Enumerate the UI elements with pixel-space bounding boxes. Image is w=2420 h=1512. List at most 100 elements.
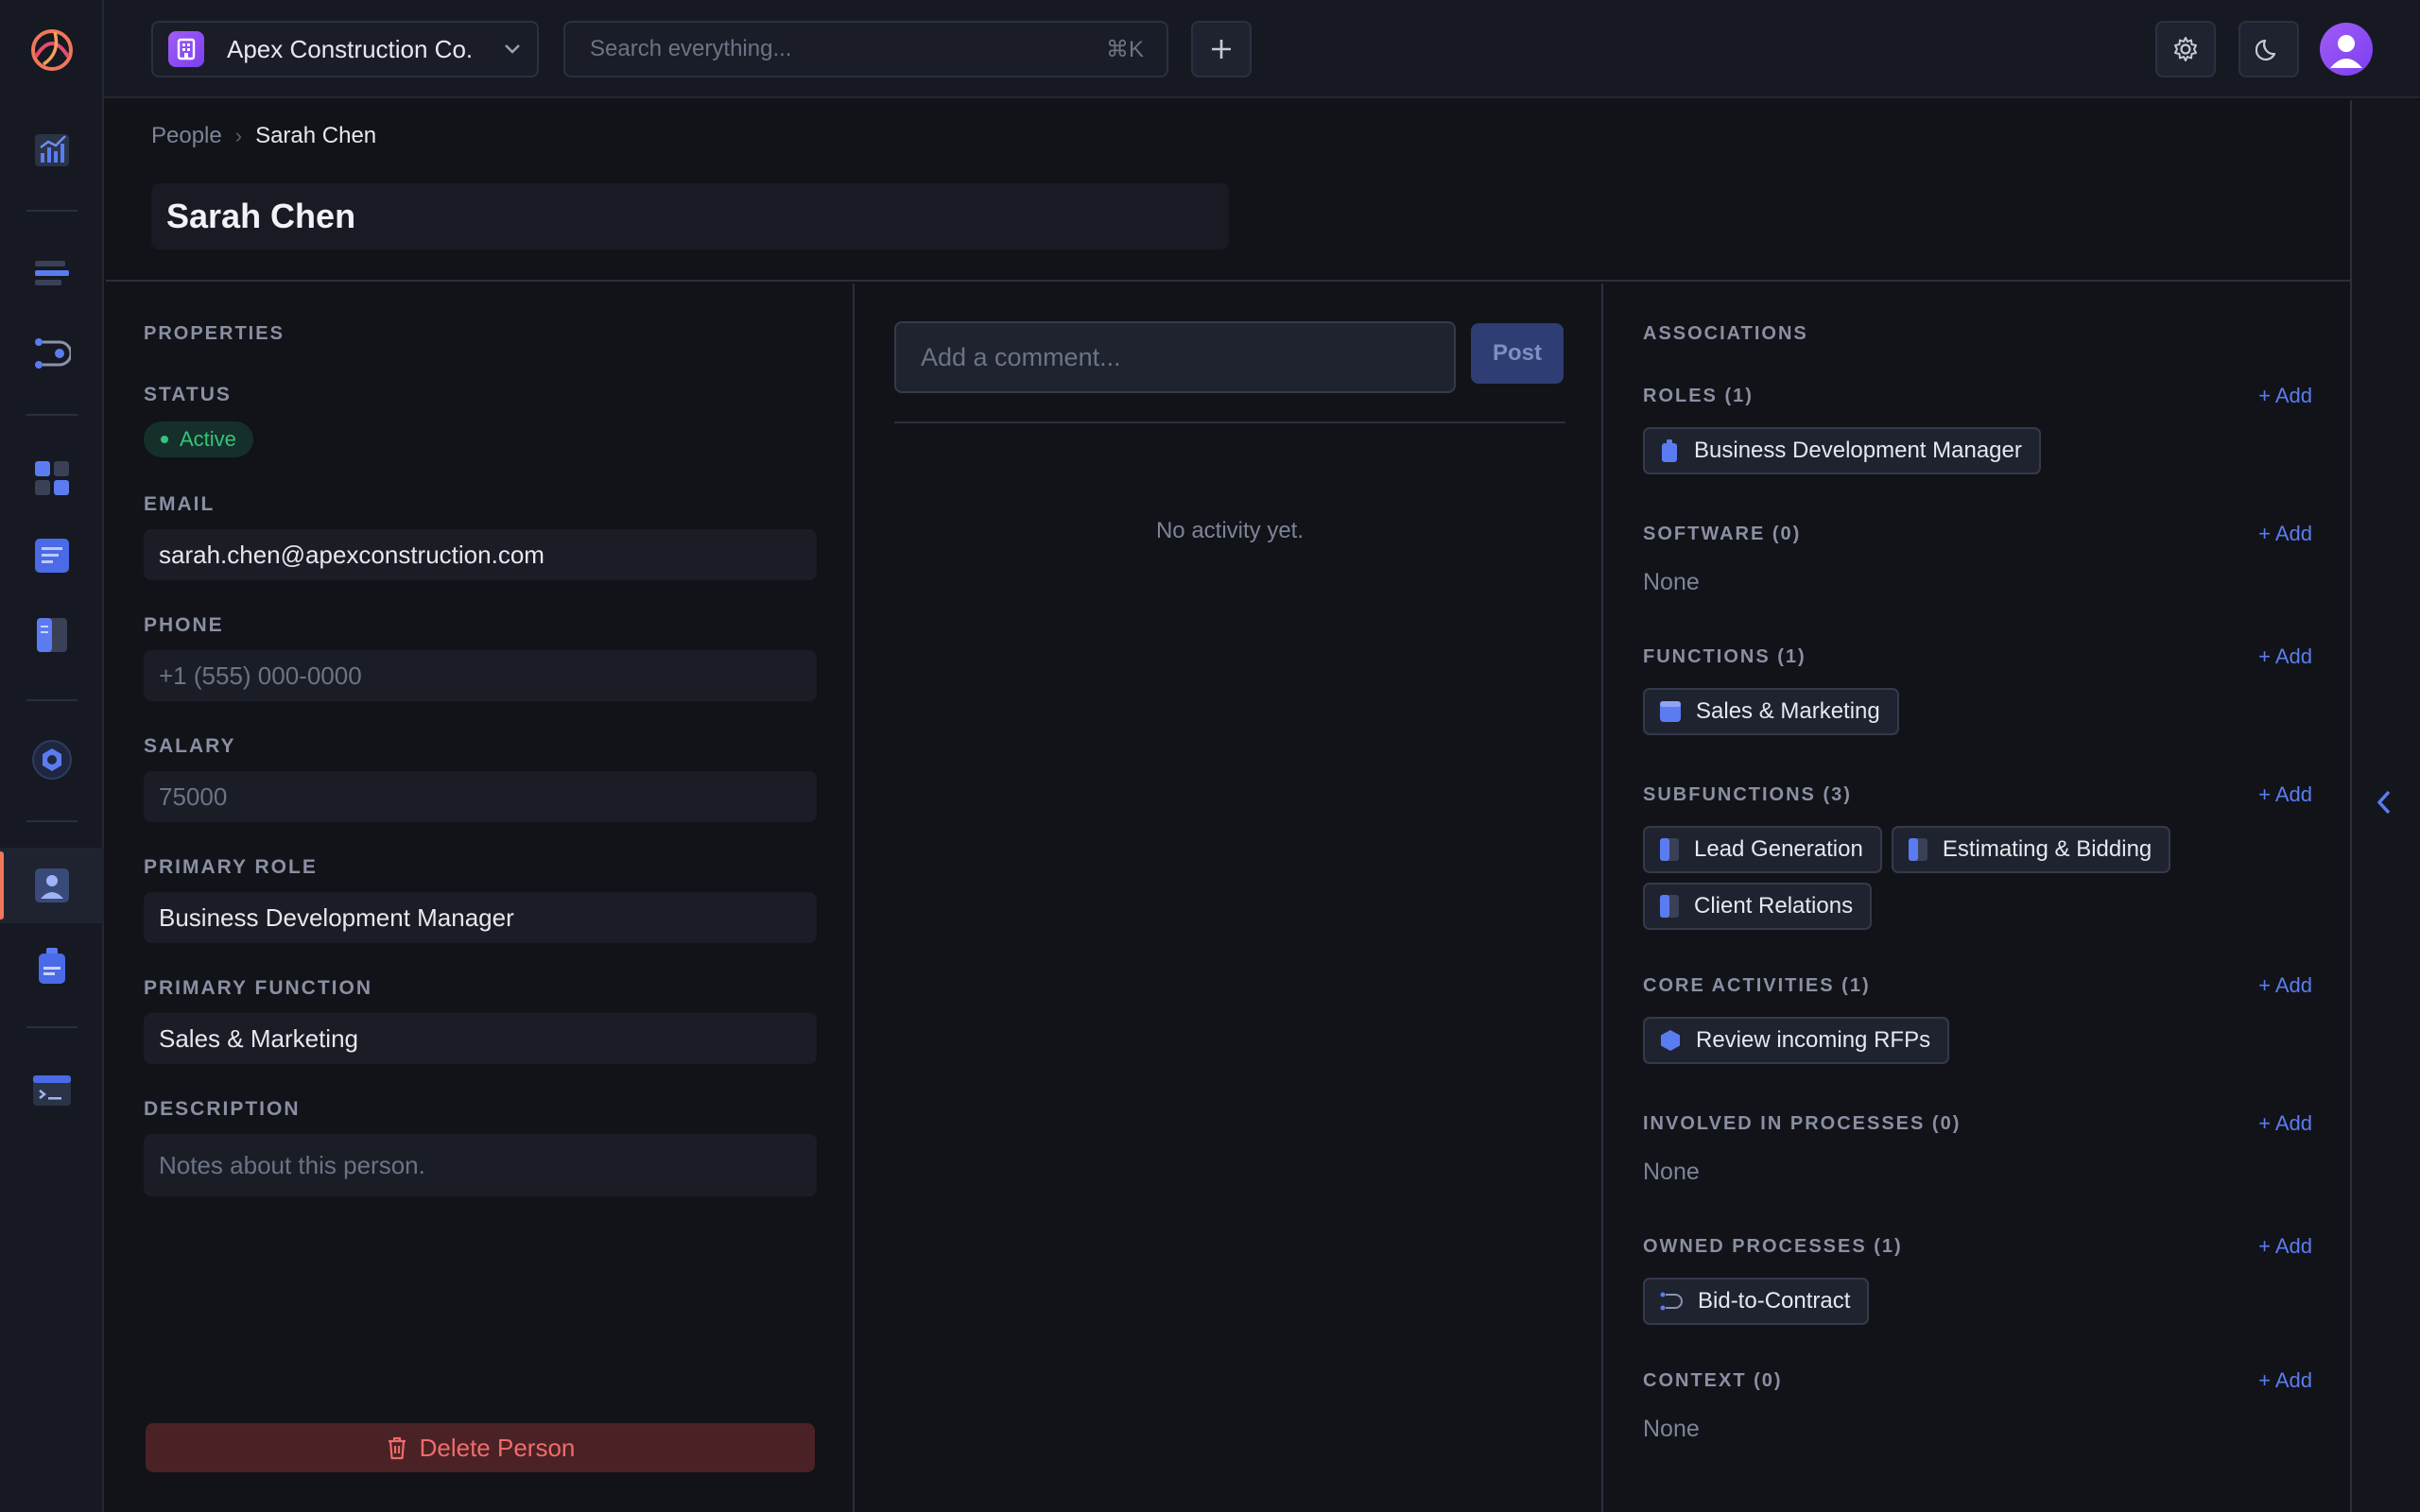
user-avatar-icon[interactable] [2320,23,2373,76]
add-involved-process-link[interactable]: + Add [2258,1111,2312,1136]
search-input[interactable] [588,35,1106,63]
phone-field[interactable]: +1 (555) 000-0000 [144,650,817,701]
add-function-link[interactable]: + Add [2258,644,2312,669]
comment-input[interactable] [919,341,1431,373]
nav-activities[interactable] [0,722,104,798]
subfunction-chip[interactable]: Client Relations [1643,883,1873,930]
activity-hex-icon [1661,1030,1680,1051]
gear-icon [2174,37,2197,61]
primary-function-select[interactable]: Sales & Marketing [144,1013,817,1064]
trash-icon [388,1436,406,1460]
nav-subfunctions[interactable] [0,597,104,673]
document-icon [35,539,69,573]
add-role-link[interactable]: + Add [2258,384,2312,408]
subfunction-icon [1660,895,1679,918]
activity-divider [894,421,1565,423]
rail-divider [26,699,78,701]
nav-analytics[interactable] [0,112,104,187]
empty-activity-message: No activity yet. [1155,518,1305,543]
core-activity-chip[interactable]: Review incoming RFPs [1643,1017,1950,1064]
context-label: CONTEXT (0) [1643,1369,1783,1391]
breadcrumb-people-link[interactable]: People [151,123,222,149]
add-owned-process-link[interactable]: + Add [2258,1234,2312,1259]
owned-processes-group: OWNED PROCESSES (1) + Add Bid-to-Contrac… [1643,1232,2312,1325]
process-icon [1660,1292,1683,1311]
core-activities-label: CORE ACTIVITIES (1) [1643,974,1871,996]
subfunctions-label: SUBFUNCTIONS (3) [1643,783,1852,805]
breadcrumb-separator: › [234,124,243,147]
search-shortcut-hint: ⌘K [1105,36,1144,62]
left-nav-rail [0,0,104,1512]
email-field[interactable]: sarah.chen@apexconstruction.com [144,529,817,580]
analytics-icon [35,134,69,166]
owned-process-chip[interactable]: Bid-to-Contract [1643,1278,1870,1325]
role-badge-icon [39,948,65,984]
roles-label: ROLES (1) [1643,385,1754,406]
rail-divider [26,210,78,212]
activity-panel: Post No activity yet. [856,284,1603,1512]
role-chip-label: Business Development Manager [1694,438,2022,463]
person-icon [35,868,69,902]
rail-divider [26,820,78,822]
software-group: SOFTWARE (0) + Add None [1643,520,2312,596]
settings-button[interactable] [2155,21,2216,77]
function-chip[interactable]: Sales & Marketing [1643,688,1899,735]
comment-box[interactable] [894,321,1456,393]
core-activities-group: CORE ACTIVITIES (1) + Add Review incomin… [1643,971,2312,1064]
primary-role-select[interactable]: Business Development Manager [144,892,817,943]
add-subfunction-link[interactable]: + Add [2258,782,2312,807]
associations-panel: ASSOCIATIONS ROLES (1) + Add Business De… [1605,284,2350,1512]
functions-group: FUNCTIONS (1) + Add Sales & Marketing [1643,643,2312,735]
org-name: Apex Construction Co. [227,34,474,63]
delete-person-button[interactable]: Delete Person [146,1423,815,1472]
add-core-activity-link[interactable]: + Add [2258,973,2312,998]
salary-field[interactable]: 75000 [144,771,817,822]
subfunctions-group: SUBFUNCTIONS (3) + Add Lead Generation E… [1643,781,2312,930]
theme-toggle-button[interactable] [2238,21,2299,77]
nav-stack[interactable] [0,236,104,312]
nav-people[interactable] [0,848,104,923]
nav-processes[interactable] [0,316,104,391]
software-label: SOFTWARE (0) [1643,523,1802,544]
subfunction-icon [1660,838,1679,861]
status-label: STATUS [144,384,232,405]
involved-processes-group: INVOLVED IN PROCESSES (0) + Add None [1643,1109,2312,1186]
core-activity-chip-label: Review incoming RFPs [1696,1027,1931,1053]
owned-process-chip-label: Bid-to-Contract [1698,1288,1851,1314]
nav-functions[interactable] [0,440,104,516]
nav-terminal[interactable] [0,1053,104,1128]
rail-divider [26,1026,78,1028]
terminal-icon [33,1075,71,1106]
subfunction-chip[interactable]: Estimating & Bidding [1891,826,2171,873]
delete-person-label: Delete Person [419,1433,576,1462]
roles-group: ROLES (1) + Add Business Development Man… [1643,382,2312,474]
top-bar: Apex Construction Co. ⌘K [104,0,2420,98]
plus-icon [1212,40,1231,59]
involved-processes-none-text: None [1643,1159,1700,1185]
properties-panel: PROPERTIES STATUS Active EMAIL sarah.che… [106,284,855,1512]
phone-label: PHONE [144,614,224,636]
subfunction-chip[interactable]: Lead Generation [1643,826,1882,873]
app-logo-icon[interactable] [26,25,78,76]
add-software-link[interactable]: + Add [2258,522,2312,546]
role-chip[interactable]: Business Development Manager [1643,427,2041,474]
add-context-link[interactable]: + Add [2258,1368,2312,1393]
involved-processes-label: INVOLVED IN PROCESSES (0) [1643,1112,1962,1134]
post-comment-button[interactable]: Post [1471,323,1564,384]
create-new-button[interactable] [1191,21,1252,77]
subfunction-chip-label: Estimating & Bidding [1942,836,2152,862]
person-name-field[interactable]: Sarah Chen [151,183,1229,249]
building-icon [168,31,204,67]
org-switcher[interactable]: Apex Construction Co. [151,21,539,77]
record-header: People › Sarah Chen Sarah Chen [106,100,2352,282]
global-search[interactable]: ⌘K [563,21,1168,77]
status-badge[interactable]: Active [144,421,253,457]
context-none-text: None [1643,1416,1700,1442]
description-field[interactable]: Notes about this person. [144,1134,817,1196]
nav-roles[interactable] [0,928,104,1004]
nav-documents[interactable] [0,518,104,593]
process-icon [35,338,71,369]
chevron-down-icon [505,44,520,54]
expand-panel-button[interactable] [2373,788,2395,821]
function-chip-label: Sales & Marketing [1696,698,1880,724]
